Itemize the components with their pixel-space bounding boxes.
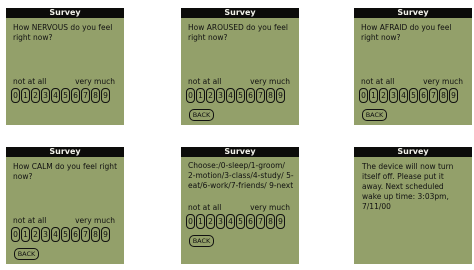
- rating-button-8[interactable]: 8: [266, 214, 275, 229]
- rating-button-7[interactable]: 7: [256, 88, 265, 103]
- rating-button-7[interactable]: 7: [81, 88, 90, 103]
- rating-button-5[interactable]: 5: [236, 214, 245, 229]
- scale-labels: not at all very much: [361, 78, 463, 86]
- screen-title: Survey: [214, 8, 266, 18]
- screen-shutdown: Survey The device will now turn itself o…: [354, 147, 472, 264]
- screen-title: Survey: [387, 8, 439, 18]
- back-button[interactable]: BACK: [362, 109, 387, 121]
- rating-buttons: 0 1 2 3 4 5 6 7 8 9: [11, 227, 110, 242]
- rating-button-9[interactable]: 9: [276, 214, 285, 229]
- scale-low-label: not at all: [361, 77, 395, 86]
- rating-buttons: 0 1 2 3 4 5 6 7 8 9: [11, 88, 110, 103]
- shutdown-message: The device will now turn itself off. Ple…: [362, 162, 454, 211]
- back-button[interactable]: BACK: [189, 235, 214, 247]
- rating-button-2[interactable]: 2: [31, 88, 40, 103]
- rating-button-3[interactable]: 3: [389, 88, 398, 103]
- rating-button-0[interactable]: 0: [11, 88, 20, 103]
- question-prompt: How AROUSED do you feel right now?: [188, 23, 288, 42]
- screen-afraid: Survey How AFRAID do you feel right now?…: [354, 8, 472, 125]
- rating-button-2[interactable]: 2: [206, 88, 215, 103]
- rating-button-5[interactable]: 5: [409, 88, 418, 103]
- rating-button-6[interactable]: 6: [419, 88, 428, 103]
- scale-high-label: very much: [250, 203, 290, 212]
- rating-button-3[interactable]: 3: [216, 88, 225, 103]
- screen-calm: Survey How CALM do you feel right now? n…: [6, 147, 124, 264]
- rating-button-0[interactable]: 0: [186, 214, 195, 229]
- rating-button-1[interactable]: 1: [21, 227, 30, 242]
- screen-title: Survey: [39, 8, 91, 18]
- rating-button-1[interactable]: 1: [196, 88, 205, 103]
- scale-labels: not at all very much: [188, 78, 290, 86]
- rating-button-7[interactable]: 7: [81, 227, 90, 242]
- rating-buttons: 0 1 2 3 4 5 6 7 8 9: [359, 88, 458, 103]
- rating-button-1[interactable]: 1: [196, 214, 205, 229]
- rating-button-7[interactable]: 7: [429, 88, 438, 103]
- rating-button-2[interactable]: 2: [206, 214, 215, 229]
- rating-button-5[interactable]: 5: [61, 88, 70, 103]
- activity-prompt: Choose:/0-sleep/1-groom/ 2-motion/3-clas…: [188, 161, 294, 190]
- rating-button-3[interactable]: 3: [41, 88, 50, 103]
- rating-button-0[interactable]: 0: [359, 88, 368, 103]
- rating-button-9[interactable]: 9: [276, 88, 285, 103]
- rating-button-2[interactable]: 2: [31, 227, 40, 242]
- rating-button-4[interactable]: 4: [51, 227, 60, 242]
- rating-button-6[interactable]: 6: [246, 214, 255, 229]
- rating-button-8[interactable]: 8: [91, 88, 100, 103]
- rating-buttons: 0 1 2 3 4 5 6 7 8 9: [186, 214, 285, 229]
- scale-low-label: not at all: [13, 77, 47, 86]
- title-bar: Survey: [354, 8, 472, 18]
- rating-button-4[interactable]: 4: [399, 88, 408, 103]
- rating-button-1[interactable]: 1: [369, 88, 378, 103]
- rating-button-5[interactable]: 5: [236, 88, 245, 103]
- title-bar: Survey: [354, 147, 472, 157]
- screen-aroused: Survey How AROUSED do you feel right now…: [181, 8, 299, 125]
- scale-high-label: very much: [75, 77, 115, 86]
- rating-button-3[interactable]: 3: [216, 214, 225, 229]
- rating-buttons: 0 1 2 3 4 5 6 7 8 9: [186, 88, 285, 103]
- rating-button-0[interactable]: 0: [186, 88, 195, 103]
- rating-button-7[interactable]: 7: [256, 214, 265, 229]
- question-prompt: How AFRAID do you feel right now?: [361, 23, 452, 42]
- question-prompt: How CALM do you feel right now?: [13, 162, 118, 181]
- rating-button-0[interactable]: 0: [11, 227, 20, 242]
- scale-high-label: very much: [423, 77, 463, 86]
- question-prompt: How NERVOUS do you feel right now?: [13, 23, 113, 42]
- rating-button-1[interactable]: 1: [21, 88, 30, 103]
- rating-button-6[interactable]: 6: [71, 227, 80, 242]
- scale-high-label: very much: [250, 77, 290, 86]
- rating-button-2[interactable]: 2: [379, 88, 388, 103]
- rating-button-4[interactable]: 4: [226, 214, 235, 229]
- rating-button-4[interactable]: 4: [226, 88, 235, 103]
- rating-button-9[interactable]: 9: [449, 88, 458, 103]
- title-bar: Survey: [181, 147, 299, 157]
- screen-nervous: Survey How NERVOUS do you feel right now…: [6, 8, 124, 125]
- title-bar: Survey: [6, 8, 124, 18]
- rating-button-8[interactable]: 8: [91, 227, 100, 242]
- scale-labels: not at all very much: [188, 204, 290, 212]
- scale-low-label: not at all: [188, 203, 222, 212]
- scale-low-label: not at all: [13, 216, 47, 225]
- scale-low-label: not at all: [188, 77, 222, 86]
- rating-button-5[interactable]: 5: [61, 227, 70, 242]
- screen-activity: Survey Choose:/0-sleep/1-groom/ 2-motion…: [181, 147, 299, 264]
- back-button[interactable]: BACK: [14, 248, 39, 260]
- screen-title: Survey: [214, 147, 266, 157]
- rating-button-9[interactable]: 9: [101, 88, 110, 103]
- scale-labels: not at all very much: [13, 78, 115, 86]
- screen-title: Survey: [39, 147, 91, 157]
- rating-button-4[interactable]: 4: [51, 88, 60, 103]
- scale-high-label: very much: [75, 216, 115, 225]
- title-bar: Survey: [181, 8, 299, 18]
- rating-button-9[interactable]: 9: [101, 227, 110, 242]
- title-bar: Survey: [6, 147, 124, 157]
- rating-button-8[interactable]: 8: [439, 88, 448, 103]
- rating-button-8[interactable]: 8: [266, 88, 275, 103]
- screen-title: Survey: [387, 147, 439, 157]
- rating-button-6[interactable]: 6: [246, 88, 255, 103]
- rating-button-3[interactable]: 3: [41, 227, 50, 242]
- scale-labels: not at all very much: [13, 217, 115, 225]
- back-button[interactable]: BACK: [189, 109, 214, 121]
- rating-button-6[interactable]: 6: [71, 88, 80, 103]
